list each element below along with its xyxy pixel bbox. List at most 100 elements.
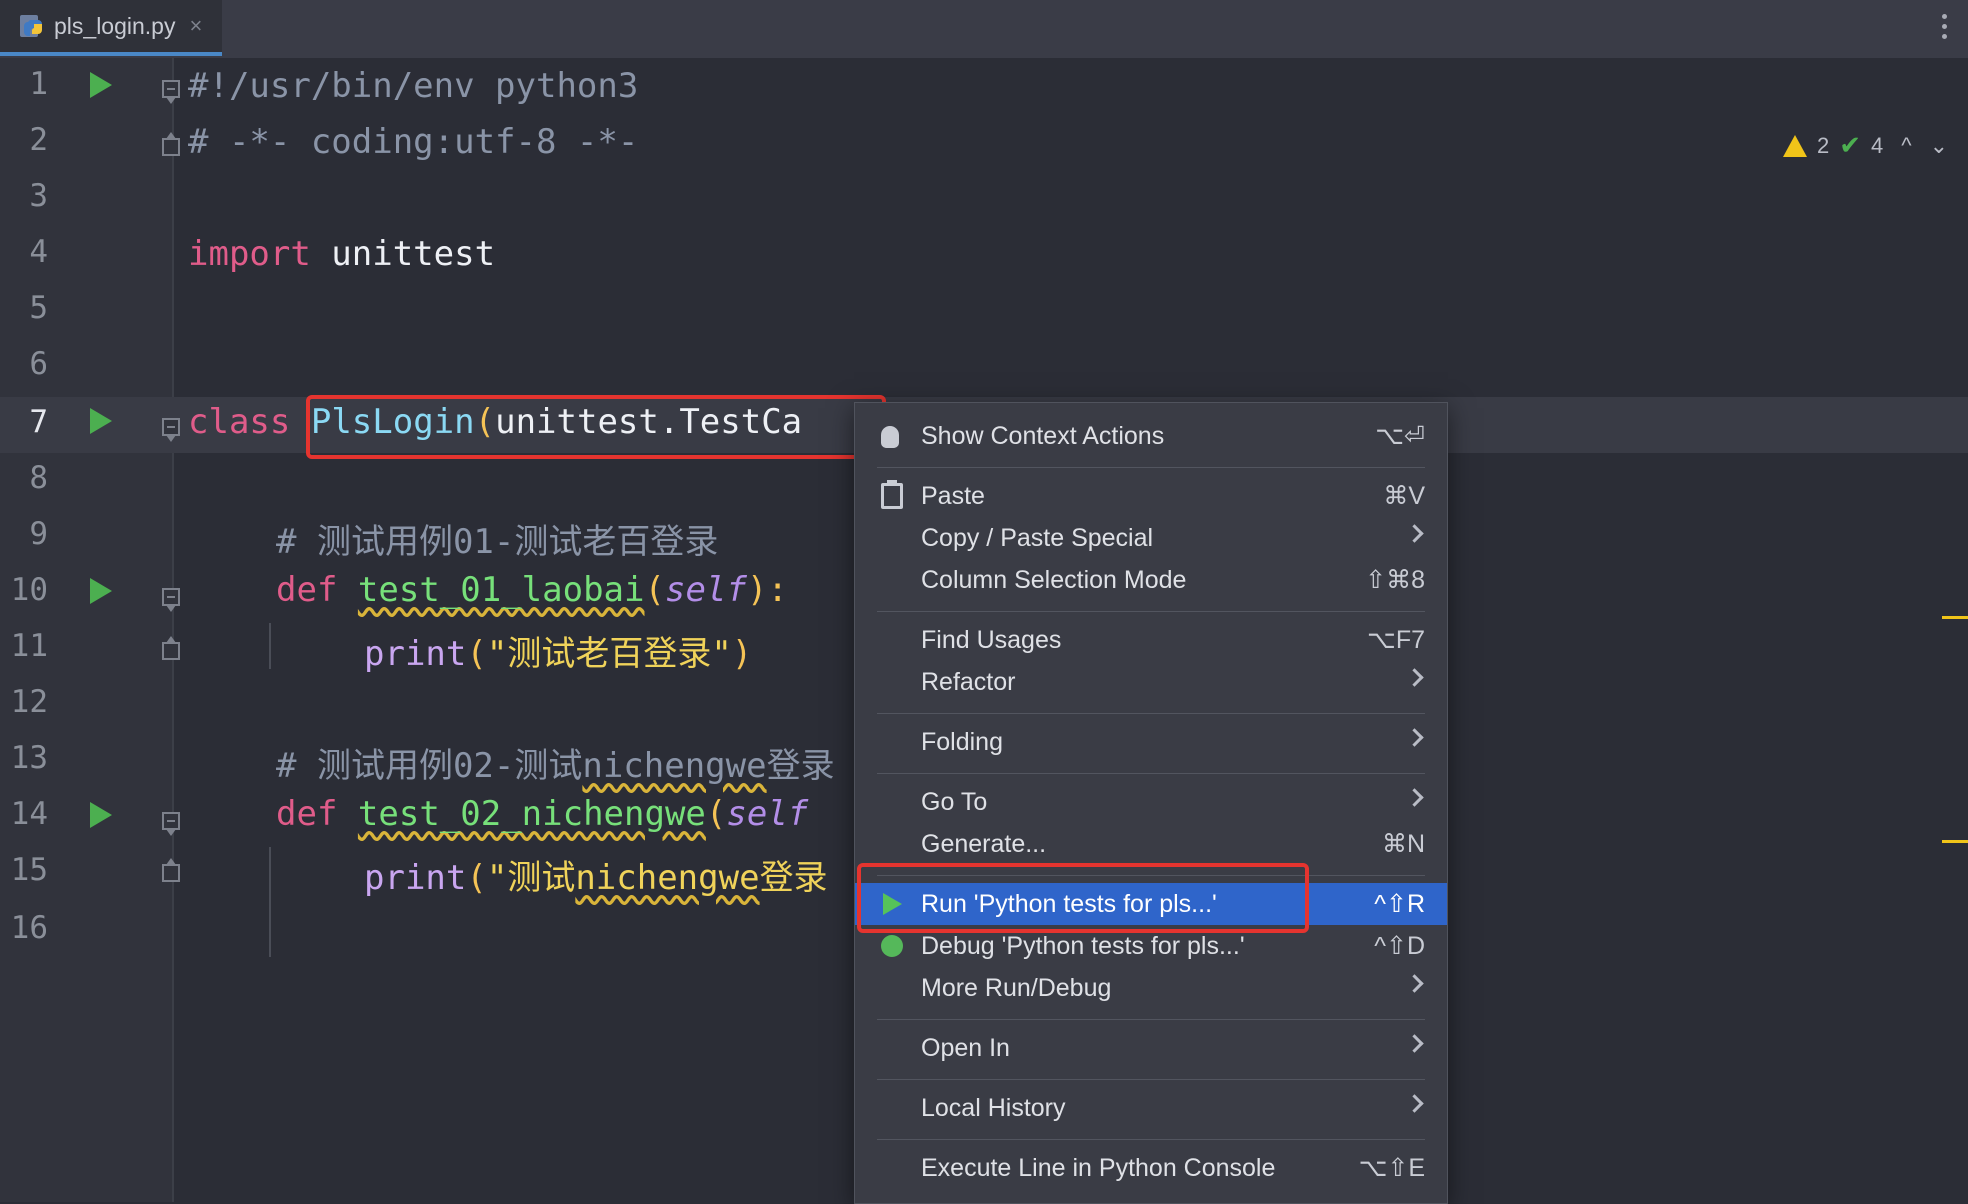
code-line-13: # 测试用例02-测试nichengwe登录 xyxy=(276,738,835,787)
inspections-widget[interactable]: 2 ✔ 4 ^ ⌄ xyxy=(1782,130,1948,161)
line-number: 2 xyxy=(29,122,48,158)
menu-item-shortcut: ⌥⇧E xyxy=(1358,1154,1425,1182)
chevron-right-icon xyxy=(1405,728,1424,747)
paren: ( xyxy=(644,570,665,610)
line-number: 7 xyxy=(29,404,48,440)
paren: ( xyxy=(466,858,487,898)
annotation-highlight-run xyxy=(857,863,1309,933)
fold-marker-icon[interactable] xyxy=(162,132,180,156)
line-number: 9 xyxy=(29,516,48,552)
clipboard-icon xyxy=(881,480,903,509)
chevron-right-icon xyxy=(1405,1094,1424,1113)
menu-item-column-selection-mode[interactable]: Column Selection Mode ⇧⌘8 xyxy=(855,559,1447,601)
menu-item-shortcut: ⇧⌘8 xyxy=(1365,566,1425,594)
menu-item-generate[interactable]: Generate... ⌘N xyxy=(855,823,1447,865)
warning-count: 2 xyxy=(1816,132,1830,158)
context-menu: Show Context Actions ⌥⏎ Paste ⌘V Copy / … xyxy=(854,402,1448,1204)
menu-item-paste[interactable]: Paste ⌘V xyxy=(855,475,1447,517)
file-tab[interactable]: pls_login.py × xyxy=(0,0,222,56)
run-file-icon[interactable] xyxy=(90,72,112,98)
fold-marker-icon[interactable] xyxy=(162,80,180,104)
gutter-divider xyxy=(172,58,174,1202)
scrollbar-warning-mark[interactable] xyxy=(1942,616,1968,619)
function-name: test_02_nichengwe xyxy=(357,794,706,834)
keyword: def xyxy=(276,570,338,610)
file-tab-label: pls_login.py xyxy=(54,12,176,39)
code-line-9: # 测试用例01-测试老百登录 xyxy=(276,522,719,562)
menu-item-label: Column Selection Mode xyxy=(921,565,1187,594)
menu-item-label: Refactor xyxy=(921,667,1016,696)
code-line-15: print("测试nichengwe登录 xyxy=(364,850,828,899)
menu-item-go-to[interactable]: Go To xyxy=(855,781,1447,823)
line-number: 11 xyxy=(10,628,48,664)
menu-item-find-usages[interactable]: Find Usages ⌥F7 xyxy=(855,619,1447,661)
line-number: 1 xyxy=(29,66,48,102)
keyword: def xyxy=(276,794,338,834)
paren: ( xyxy=(466,634,487,674)
indent-guide xyxy=(269,847,271,957)
code-line-11: print("测试老百登录") xyxy=(364,626,752,675)
menu-item-label: Folding xyxy=(921,727,1003,756)
code-line-2: # -*- coding:utf-8 -*- xyxy=(188,122,639,162)
string-literal: 登录 xyxy=(759,858,828,898)
menu-item-label: Find Usages xyxy=(921,625,1062,654)
menu-item-label: Open In xyxy=(921,1033,1010,1062)
comment-text: 登录 xyxy=(766,746,835,786)
menu-item-label: Copy / Paste Special xyxy=(921,523,1154,552)
menu-item-local-history[interactable]: Local History xyxy=(855,1087,1447,1129)
menu-item-shortcut: ⌘N xyxy=(1381,830,1425,858)
menu-item-open-in[interactable]: Open In xyxy=(855,1027,1447,1069)
menu-item-label: More Run/Debug xyxy=(921,973,1112,1002)
menu-separator xyxy=(877,1079,1425,1080)
menu-item-execute-line-console[interactable]: Execute Line in Python Console ⌥⇧E xyxy=(855,1147,1447,1189)
more-options-icon[interactable] xyxy=(1942,14,1950,44)
run-test-02-icon[interactable] xyxy=(90,802,112,828)
keyword: import xyxy=(188,234,311,274)
menu-item-show-context-actions[interactable]: Show Context Actions ⌥⏎ xyxy=(855,415,1447,457)
indent-guide xyxy=(269,623,271,669)
chevron-up-icon[interactable]: ^ xyxy=(1901,133,1911,159)
code-line-1: #!/usr/bin/env python3 xyxy=(188,66,639,106)
menu-separator xyxy=(877,773,1425,774)
fold-marker-icon[interactable] xyxy=(162,858,180,882)
run-test-01-icon[interactable] xyxy=(90,578,112,604)
menu-item-more-run-debug[interactable]: More Run/Debug xyxy=(855,967,1447,1009)
code-line-14: def test_02_nichengwe(self xyxy=(276,794,808,834)
menu-item-label: Generate... xyxy=(921,829,1047,858)
chevron-right-icon xyxy=(1405,524,1424,543)
menu-separator xyxy=(877,611,1425,612)
menu-separator xyxy=(877,1019,1425,1020)
line-number: 4 xyxy=(29,234,48,270)
menu-item-label: Show Context Actions xyxy=(921,421,1165,450)
menu-item-refactor[interactable]: Refactor xyxy=(855,661,1447,703)
menu-item-copy-paste-special[interactable]: Copy / Paste Special xyxy=(855,517,1447,559)
line-number: 8 xyxy=(29,460,48,496)
menu-separator xyxy=(877,467,1425,468)
fold-marker-icon[interactable] xyxy=(162,588,180,612)
warning-icon xyxy=(1782,134,1807,157)
fold-marker-icon[interactable] xyxy=(162,812,180,836)
run-class-icon[interactable] xyxy=(90,408,112,434)
code-line-4: import unittest xyxy=(188,234,495,274)
line-number: 6 xyxy=(29,346,48,382)
menu-item-folding[interactable]: Folding xyxy=(855,721,1447,763)
self-param: self xyxy=(664,570,747,610)
menu-item-shortcut: ⌘V xyxy=(1383,482,1425,510)
scrollbar-warning-mark[interactable] xyxy=(1942,840,1968,843)
chevron-down-icon[interactable]: ⌄ xyxy=(1930,133,1948,159)
fold-marker-icon[interactable] xyxy=(162,636,180,660)
menu-item-shortcut: ^⇧R xyxy=(1374,890,1425,918)
menu-item-label: Debug 'Python tests for pls...' xyxy=(921,931,1245,960)
close-tab-icon[interactable]: × xyxy=(189,13,202,39)
chevron-right-icon xyxy=(1405,668,1424,687)
python-file-icon xyxy=(20,15,42,37)
paren: ): xyxy=(746,570,788,610)
line-number: 12 xyxy=(10,684,48,720)
fold-marker-icon[interactable] xyxy=(162,418,180,442)
line-number: 5 xyxy=(29,290,48,326)
self-param: self xyxy=(726,794,809,834)
menu-item-label: Go To xyxy=(921,787,988,816)
comment-text: # 测试用例02-测试 xyxy=(276,746,583,786)
code-line-10: def test_01_laobai(self): xyxy=(276,570,788,610)
